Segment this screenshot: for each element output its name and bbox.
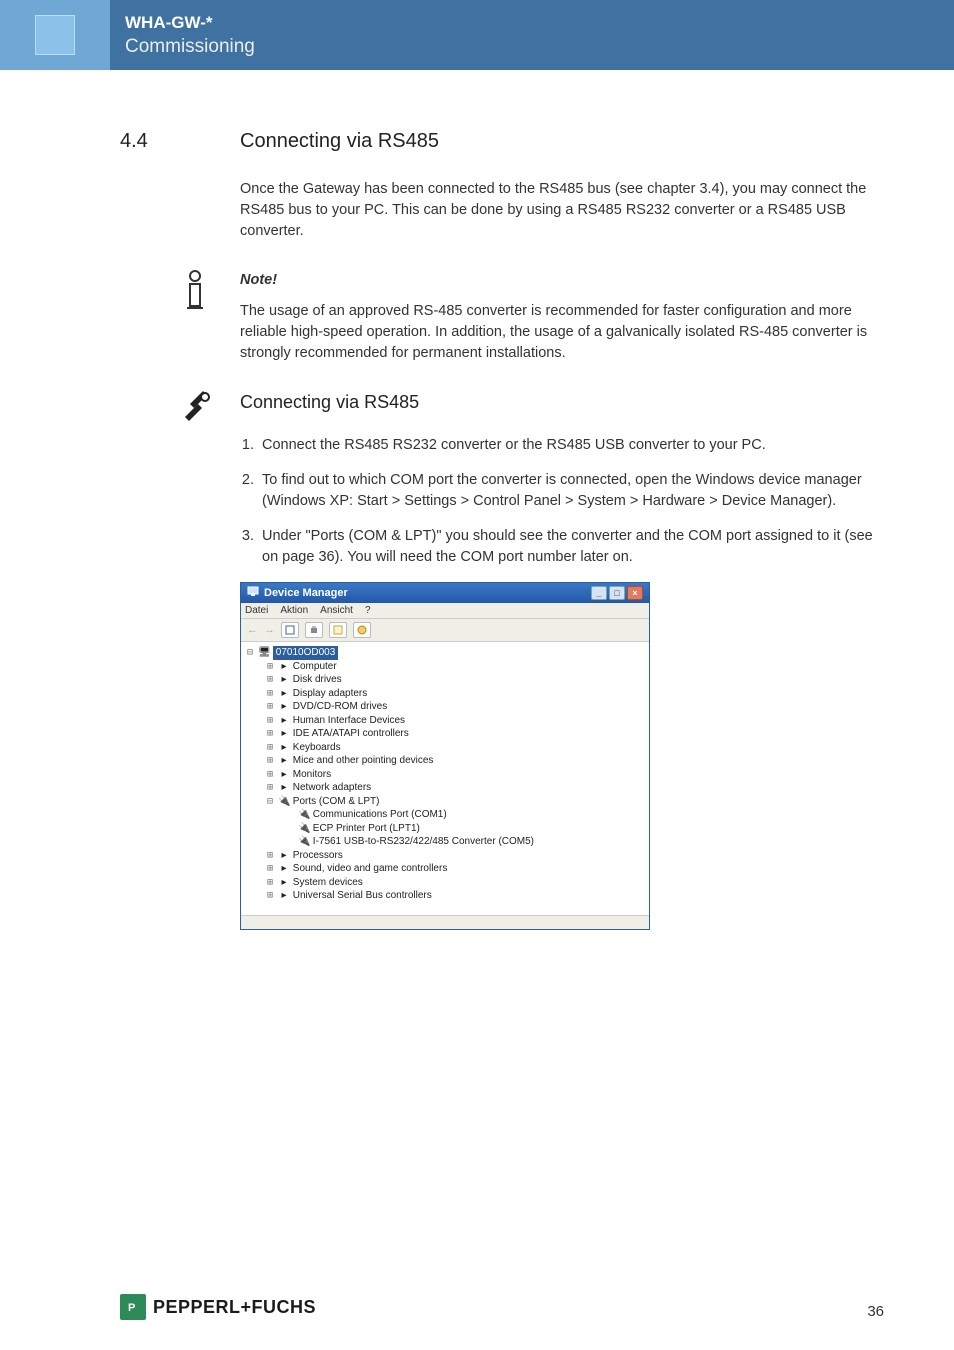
intro-paragraph: Once the Gateway has been connected to t… (240, 179, 884, 242)
menu-ansicht[interactable]: Ansicht (320, 605, 353, 616)
monitor-icon (247, 586, 259, 600)
section-number: 4.4 (120, 130, 240, 153)
tree-node[interactable]: ⊞▸ Sound, video and game controllers (247, 862, 643, 876)
forward-button[interactable]: → (264, 624, 275, 636)
tree-node[interactable]: ⊞▸ Keyboards (247, 741, 643, 755)
tree-node[interactable]: ⊞▸ DVD/CD-ROM drives (247, 700, 643, 714)
toolbar-btn-3[interactable] (329, 622, 347, 638)
menu-help[interactable]: ? (365, 605, 371, 616)
window-title: Device Manager (264, 587, 348, 599)
header-logo-block (0, 0, 110, 70)
tree-node[interactable]: ⊞▸ Human Interface Devices (247, 714, 643, 728)
section-heading-row: 4.4 Connecting via RS485 (120, 130, 884, 153)
device-manager-screenshot: Device Manager _ □ × Datei Aktion Ansich… (240, 582, 884, 930)
tree-port-child[interactable]: 🔌 ECP Printer Port (LPT1) (247, 822, 643, 836)
toolbar: ← → (241, 619, 649, 642)
note-label: Note! (240, 270, 884, 291)
step-2: To find out to which COM port the conver… (258, 470, 884, 512)
svg-text:P: P (128, 1302, 135, 1314)
note-icon (180, 270, 240, 364)
menu-bar: Datei Aktion Ansicht ? (241, 603, 649, 619)
header-title: WHA-GW-* (125, 13, 255, 33)
tree-root[interactable]: 07010OD003 (273, 646, 339, 660)
subheading-row: Connecting via RS485 (180, 390, 884, 427)
tree-port-child[interactable]: 🔌 Communications Port (COM1) (247, 808, 643, 822)
tree-node[interactable]: ⊞▸ Processors (247, 849, 643, 863)
menu-datei[interactable]: Datei (245, 605, 268, 616)
tree-node[interactable]: ⊞▸ IDE ATA/ATAPI controllers (247, 727, 643, 741)
menu-aktion[interactable]: Aktion (280, 605, 308, 616)
step-1: Connect the RS485 RS232 converter or the… (258, 435, 884, 456)
subheading: Connecting via RS485 (240, 390, 419, 413)
brand-badge-icon: P (120, 1294, 146, 1320)
tree-node[interactable]: ⊞▸ Computer (247, 660, 643, 674)
section-title: Connecting via RS485 (240, 130, 439, 153)
window-titlebar: Device Manager _ □ × (241, 583, 649, 603)
note-row: Note! The usage of an approved RS-485 co… (180, 270, 884, 364)
header-subtitle: Commissioning (125, 36, 255, 58)
tree-node[interactable]: ⊞▸ Monitors (247, 768, 643, 782)
tree-node[interactable]: ⊞▸ Universal Serial Bus controllers (247, 889, 643, 903)
footer: P PEPPERL+FUCHS 36 (120, 1294, 884, 1320)
toolbar-btn-2[interactable] (305, 622, 323, 638)
step-3: Under "Ports (COM & LPT)" you should see… (258, 526, 884, 568)
tree-node[interactable]: ⊞▸ Network adapters (247, 781, 643, 795)
note-body: The usage of an approved RS-485 converte… (240, 301, 884, 364)
header-text: WHA-GW-* Commissioning (110, 0, 270, 70)
status-bar (241, 915, 649, 929)
brand-logo: P PEPPERL+FUCHS (120, 1294, 316, 1320)
toolbar-btn-1[interactable] (281, 622, 299, 638)
header-bar: WHA-GW-* Commissioning (0, 0, 954, 70)
toolbar-btn-4[interactable] (353, 622, 371, 638)
tree-ports[interactable]: Ports (COM & LPT) (293, 796, 380, 807)
header-logo-square (35, 15, 75, 55)
tree-node[interactable]: ⊞▸ Mice and other pointing devices (247, 754, 643, 768)
tools-icon (180, 390, 240, 427)
page-number: 36 (867, 1303, 884, 1320)
device-manager-window: Device Manager _ □ × Datei Aktion Ansich… (240, 582, 650, 930)
back-button[interactable]: ← (247, 624, 258, 636)
maximize-button[interactable]: □ (609, 586, 625, 600)
steps-block: Connect the RS485 RS232 converter or the… (240, 435, 884, 568)
tree-node[interactable]: ⊞▸ Disk drives (247, 673, 643, 687)
tree-port-child[interactable]: 🔌 I-7561 USB-to-RS232/422/485 Converter … (247, 835, 643, 849)
minimize-button[interactable]: _ (591, 586, 607, 600)
tree-node[interactable]: ⊞▸ Display adapters (247, 687, 643, 701)
device-tree: ⊟🖥 07010OD003 ⊞▸ Computer⊞▸ Disk drives⊞… (241, 642, 649, 915)
tree-node[interactable]: ⊞▸ System devices (247, 876, 643, 890)
brand-text: PEPPERL+FUCHS (153, 1297, 316, 1318)
close-button[interactable]: × (627, 586, 643, 600)
